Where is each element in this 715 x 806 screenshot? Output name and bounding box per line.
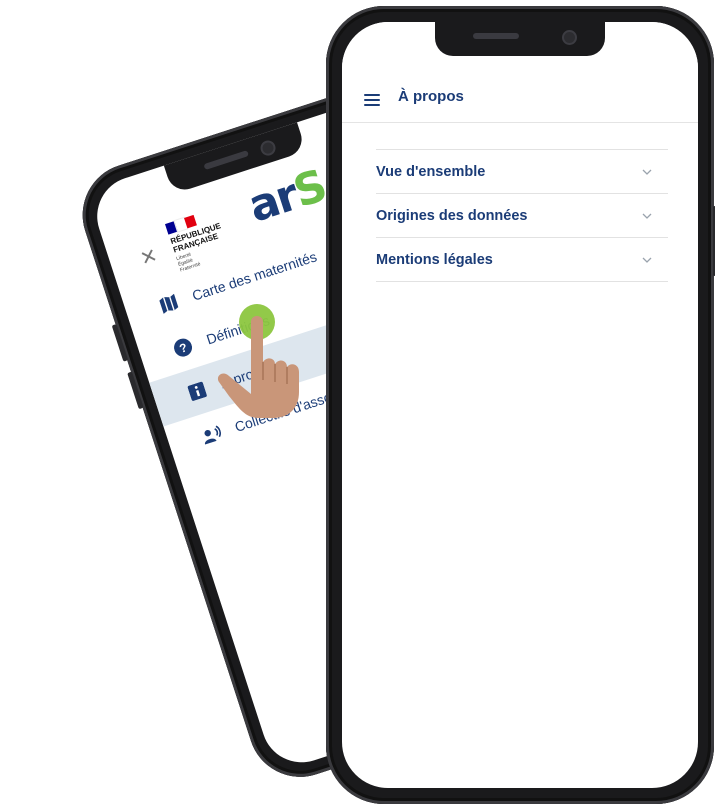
chevron-down-icon	[642, 169, 652, 175]
info-icon	[184, 380, 210, 402]
accordion-label: Origines des données	[376, 207, 528, 224]
chevron-down-icon	[642, 213, 652, 219]
phone-screen: À propos Vue d'ensemble Origines des don…	[342, 22, 698, 788]
accordion-origines[interactable]: Origines des données	[376, 194, 668, 238]
accordion-label: Vue d'ensemble	[376, 163, 486, 180]
chevron-down-icon	[642, 257, 652, 263]
question-icon: ?	[170, 336, 196, 360]
page-title: À propos	[398, 88, 464, 105]
close-icon[interactable]: ✕	[137, 243, 161, 272]
map-icon	[156, 293, 182, 315]
people-icon	[199, 424, 225, 446]
about-accordion: Vue d'ensemble Origines des données Ment…	[376, 149, 668, 282]
accordion-vue-ensemble[interactable]: Vue d'ensemble	[376, 150, 668, 194]
phone-notch	[435, 22, 605, 56]
tap-finger-icon	[217, 304, 299, 418]
hamburger-icon[interactable]	[364, 94, 380, 106]
accordion-label: Mentions légales	[376, 251, 493, 268]
accordion-mentions[interactable]: Mentions légales	[376, 238, 668, 282]
front-phone: À propos Vue d'ensemble Origines des don…	[326, 6, 715, 804]
